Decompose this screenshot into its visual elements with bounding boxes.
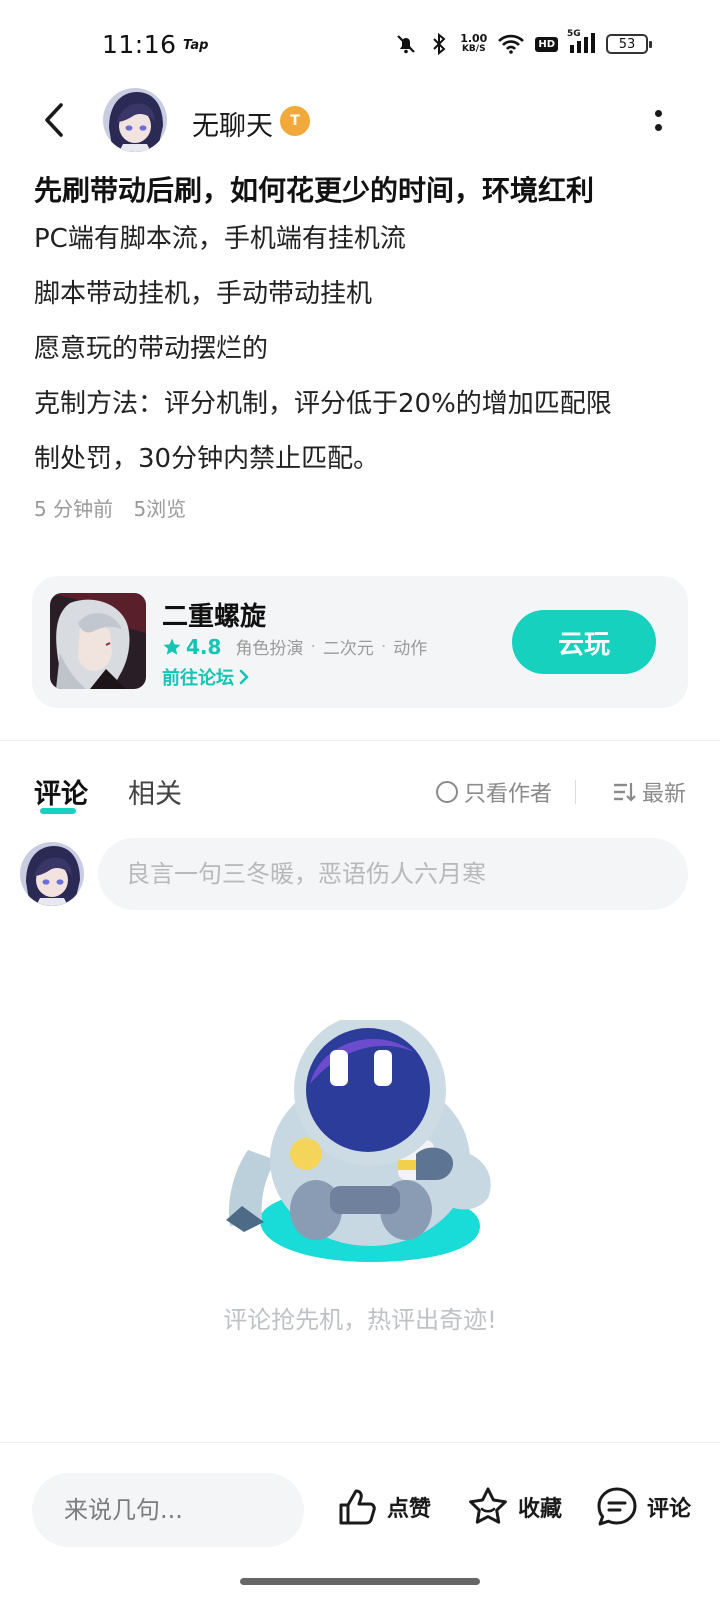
game-rating: 4.8 [186,634,222,659]
net-speed-unit: KB/S [461,44,486,54]
filter-separator [575,780,576,804]
hd-voice-icon: HD [535,36,558,52]
more-dot-icon [654,109,662,117]
tag-separator: · [380,636,387,657]
chevron-right-icon [239,669,249,685]
game-card[interactable]: 二重螺旋 4.8 角色扮演 · 二次元 · 动作 前往论坛 云玩 [32,576,688,708]
wifi-icon [497,33,525,55]
sort-label: 最新 [641,782,686,807]
post-line: 制处罚，30分钟内禁止匹配。 [34,444,380,474]
like-button[interactable]: 点赞 [335,1485,431,1529]
post-title: 先刷带动后刷，如何花更少的时间，环境红利 [34,174,595,207]
quick-comment-input[interactable] [32,1473,304,1547]
user-avatar[interactable] [20,842,84,906]
bluetooth-icon [428,32,450,56]
home-indicator[interactable] [240,1578,480,1585]
author-avatar[interactable] [103,88,167,152]
post-meta: 5 分钟前 5浏览 [34,493,694,522]
post-time: 5 分钟前 [34,497,114,521]
net-speed: 1.00 KB/S [460,32,488,54]
battery-level: 53 [618,36,636,52]
game-rating-row: 4.8 角色扮演 · 二次元 · 动作 [162,634,427,659]
cloud-play-button[interactable]: 云玩 [512,610,656,674]
game-tag: 动作 [393,639,428,659]
back-arrow-icon [45,103,63,137]
post-line: 愿意玩的带动摆烂的 [34,334,269,364]
go-to-forum-link[interactable]: 前往论坛 [162,664,250,690]
star-icon [163,638,181,655]
game-tag: 角色扮演 [235,639,304,659]
empty-state-message: 评论抢先机，热评出奇迹! [223,1306,497,1334]
post-content: 先刷带动后刷，如何花更少的时间，环境红利 PC端有脚本流，手机端有挂机流 脚本带… [34,170,694,522]
battery-icon: 53 [606,34,652,54]
empty-state-mascot [220,1014,510,1290]
tap-app-mark: Tap [183,38,209,53]
forum-link-label: 前往论坛 [162,668,234,689]
star-outline-icon [469,1487,507,1524]
signal-label: 5G [567,29,581,39]
net-speed-value: 1.00 [460,32,488,45]
active-tab-indicator [40,808,76,814]
bottom-action-bar: 点赞 收藏 评论 [0,1443,720,1563]
tab-comments[interactable]: 评论 [34,772,88,811]
comment-label: 评论 [647,1497,692,1522]
comment-bubble-icon [597,1487,637,1526]
author-only-toggle[interactable]: 只看作者 [435,776,552,808]
sort-icon [613,783,636,802]
game-tag: 二次元 [322,639,374,659]
status-icons: 1.00 KB/S HD 5G 53 [394,29,652,56]
like-label: 点赞 [387,1497,432,1522]
signal-5g-icon: 5G [567,29,596,55]
back-button[interactable] [34,98,74,142]
author-level-badge: T [280,106,310,136]
favorite-label: 收藏 [518,1497,563,1522]
post-header: 无聊天 T [0,88,720,152]
mute-bell-icon [394,32,418,56]
radio-circle-icon [435,781,458,803]
comment-input[interactable] [98,838,688,910]
comment-tabs: 评论 相关 只看作者 最新 [0,770,720,820]
post-line: PC端有脚本流，手机端有挂机流 [34,224,406,254]
author-only-label: 只看作者 [463,782,552,807]
author-name[interactable]: 无聊天 [192,104,273,143]
comment-button[interactable]: 评论 [595,1485,691,1529]
more-options-button[interactable] [648,100,668,140]
game-name[interactable]: 二重螺旋 [162,596,266,633]
status-time: 11:16 [102,30,177,59]
post-body: PC端有脚本流，手机端有挂机流 脚本带动挂机，手动带动挂机 愿意玩的带动摆烂的 … [34,212,694,487]
section-divider [0,740,720,741]
sort-button[interactable]: 最新 [612,776,686,808]
status-bar: 11:16 Tap 1.00 KB/S HD 5G 53 [0,0,720,92]
post-line: 克制方法：评分机制，评分低于20%的增加匹配限 [34,389,612,419]
post-line: 脚本带动挂机，手动带动挂机 [34,279,373,309]
favorite-button[interactable]: 收藏 [466,1485,562,1529]
thumbs-up-icon [339,1489,376,1525]
post-views: 5浏览 [133,497,187,521]
tag-separator: · [310,636,316,657]
comment-compose-row [0,836,720,910]
more-dot-icon [654,123,662,131]
tab-related[interactable]: 相关 [128,772,182,811]
game-thumbnail[interactable] [50,593,146,689]
